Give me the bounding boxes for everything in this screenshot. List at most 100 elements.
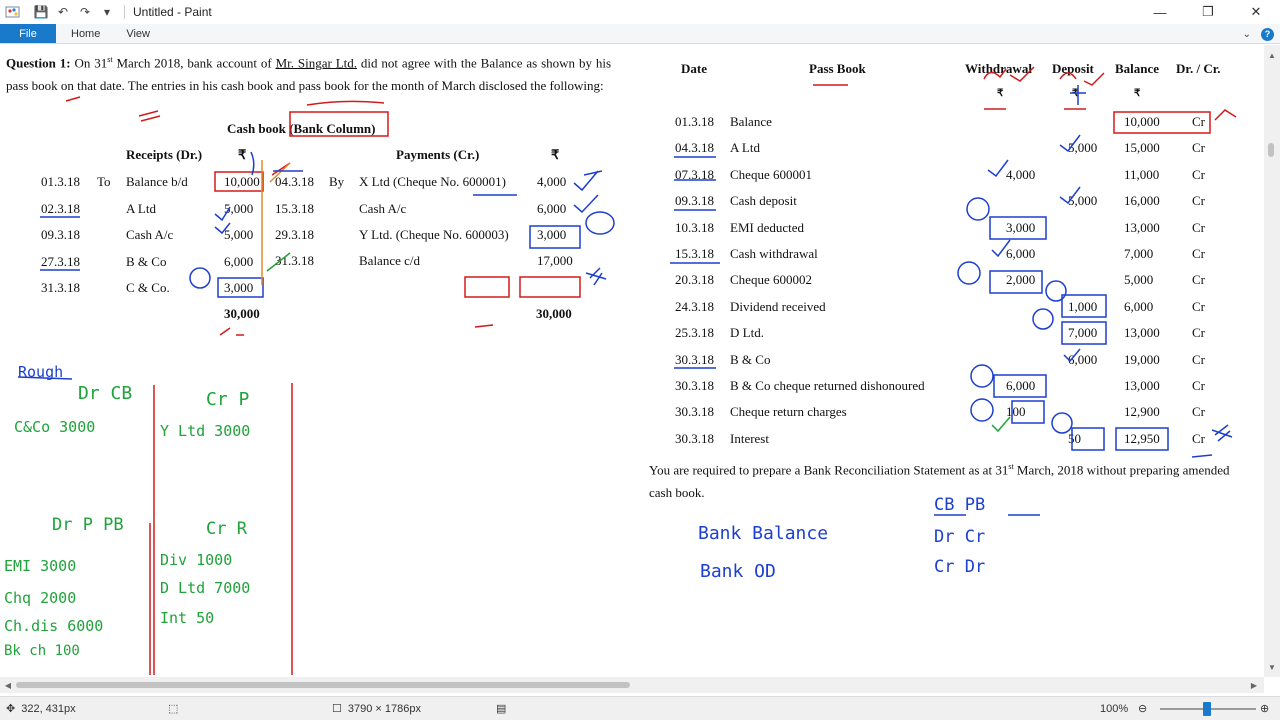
tab-view[interactable]: View xyxy=(113,24,163,43)
hw-cr-dr: Cr Dr xyxy=(934,557,986,577)
hw-cr-p: Cr P xyxy=(206,389,250,410)
undo-icon[interactable]: ↶ xyxy=(54,3,72,21)
receipt-date: 31.3.18 xyxy=(41,280,80,295)
pb-header-particular: Pass Book xyxy=(809,61,866,76)
payment-particular: X Ltd (Cheque No. 600001) xyxy=(359,174,506,189)
hw-rough: Rough xyxy=(18,363,64,381)
customize-quick-access-icon[interactable]: ▾ xyxy=(98,3,116,21)
pb-row-deposit: 50 xyxy=(1068,430,1081,446)
pb-row-date: 24.3.18 xyxy=(675,298,714,314)
pb-row-date: 30.3.18 xyxy=(675,430,714,446)
hw-left-item-3: Ch.dis 6000 xyxy=(4,617,104,635)
image-dimensions-text: 3790 × 1786px xyxy=(347,702,421,715)
payments-header: Payments (Cr.) xyxy=(396,147,480,162)
pb-row-deposit: 5,000 xyxy=(1068,193,1098,209)
zoom-slider-thumb[interactable] xyxy=(1203,702,1211,716)
hw-cr-r: Cr R xyxy=(206,519,247,539)
cursor-move-icon: ✥ xyxy=(6,703,16,715)
hw-dr-p-pb: Dr P PB xyxy=(52,515,124,535)
restore-button[interactable]: ❐ xyxy=(1184,0,1232,24)
vertical-scroll-thumb[interactable] xyxy=(1268,143,1274,157)
pb-row-balance: 7,000 xyxy=(1124,246,1154,261)
scroll-down-icon[interactable]: ▼ xyxy=(1264,659,1280,675)
question-text-a: On 31 xyxy=(70,55,108,71)
paint-app-icon[interactable] xyxy=(2,1,24,23)
payment-amount: 17,000 xyxy=(537,252,573,268)
minimize-button[interactable]: — xyxy=(1136,0,1184,24)
pb-row-date: 20.3.18 xyxy=(675,272,714,288)
hw-dr-cr: Dr Cr xyxy=(934,527,986,547)
pb-row-balance: 10,000 xyxy=(1124,114,1160,129)
receipt-particular: B & Co xyxy=(126,253,167,269)
drawing-canvas[interactable]: Question 1: On 31st March 2018, bank acc… xyxy=(0,45,1264,677)
horizontal-scroll-thumb[interactable] xyxy=(16,682,630,688)
receipts-header: Receipts (Dr.) xyxy=(126,147,203,162)
pb-row-drcr: Cr xyxy=(1192,351,1205,367)
pb-row-particular: Dividend received xyxy=(730,298,826,314)
receipts-total: 30,000 xyxy=(224,306,260,321)
pb-row-date: 30.3.18 xyxy=(675,351,714,367)
payment-particular: Y Ltd. (Cheque No. 600003) xyxy=(359,227,509,242)
zoom-in-button[interactable]: ⊕ xyxy=(1260,697,1269,720)
pb-row-date: 25.3.18 xyxy=(675,325,714,341)
payment-date: 31.3.18 xyxy=(275,252,314,268)
pb-row-withdrawal: 2,000 xyxy=(1006,272,1036,288)
pb-header-date: Date xyxy=(681,61,707,76)
save-icon[interactable]: 💾 xyxy=(32,3,50,21)
pb-row-particular: Interest xyxy=(730,430,769,446)
vertical-scrollbar[interactable]: ▲ ▼ xyxy=(1264,45,1280,677)
pb-row-particular: A Ltd xyxy=(730,140,760,156)
hw-left-item-2: Chq 2000 xyxy=(4,589,77,607)
pb-row-drcr: Cr xyxy=(1192,272,1205,288)
pb-header-withdrawal: Withdrawal xyxy=(965,61,1032,76)
pb-row-drcr: Cr xyxy=(1192,430,1205,446)
tab-home[interactable]: Home xyxy=(58,24,113,43)
zoom-out-button[interactable]: ⊖ xyxy=(1138,697,1147,720)
scroll-right-icon[interactable]: ▶ xyxy=(1246,677,1262,693)
pb-row-balance: 12,900 xyxy=(1124,404,1160,420)
redo-icon[interactable]: ↷ xyxy=(76,3,94,21)
canvas-size-icon: ☐ xyxy=(332,703,342,715)
payments-rupee-symbol: ₹ xyxy=(551,147,560,162)
pb-row-deposit: 1,000 xyxy=(1068,298,1098,314)
question-company: Mr. Singar Ltd. xyxy=(275,55,357,71)
cursor-position: ✥ 322, 431px xyxy=(6,697,76,720)
pb-row-particular: EMI deducted xyxy=(730,219,805,235)
pb-row-drcr: Cr xyxy=(1192,246,1205,261)
pb-row-date: 04.3.18 xyxy=(675,140,714,156)
pb-row-drcr: Cr xyxy=(1192,298,1205,314)
cursor-position-text: 322, 431px xyxy=(21,702,76,715)
pb-withdrawal-rupee: ₹ xyxy=(997,88,1004,99)
receipt-amount: 5,000 xyxy=(224,200,254,216)
receipt-date: 27.3.18 xyxy=(41,253,80,269)
help-icon[interactable]: ? xyxy=(1261,27,1274,41)
close-button[interactable]: ✕ xyxy=(1232,0,1280,24)
receipts-rupee-symbol: ₹ xyxy=(238,147,247,162)
collapse-ribbon-icon[interactable]: ⌄ xyxy=(1243,29,1251,40)
receipt-particular: C & Co. xyxy=(126,280,170,295)
pb-row-balance: 13,000 xyxy=(1124,325,1160,341)
tab-file[interactable]: File xyxy=(0,24,56,43)
cashbook-title: Cash book (Bank Column) xyxy=(227,121,376,136)
payments-total: 30,000 xyxy=(536,306,572,321)
pb-row-drcr: Cr xyxy=(1192,114,1205,129)
pb-row-balance: 15,000 xyxy=(1124,140,1160,156)
zoom-level: 100% xyxy=(1100,697,1128,720)
pb-row-withdrawal: 100 xyxy=(1006,404,1026,420)
scroll-up-icon[interactable]: ▲ xyxy=(1264,47,1280,63)
receipt-particular: A Ltd xyxy=(126,200,156,216)
pb-header-balance: Balance xyxy=(1115,61,1160,76)
pb-row-particular: B & Co cheque returned dishonoured xyxy=(730,378,925,393)
horizontal-scrollbar[interactable]: ◀ ▶ xyxy=(0,677,1264,693)
hw-right-item-2: D Ltd 7000 xyxy=(160,579,251,597)
pb-row-balance: 19,000 xyxy=(1124,351,1160,367)
receipt-date: 02.3.18 xyxy=(41,200,80,216)
question-label: Question 1: xyxy=(6,55,71,71)
scroll-left-icon[interactable]: ◀ xyxy=(0,677,16,693)
pb-row-particular: Cheque 600001 xyxy=(730,166,812,182)
pb-row-balance: 13,000 xyxy=(1124,219,1160,235)
pb-row-deposit: 7,000 xyxy=(1068,325,1098,341)
pb-row-drcr: Cr xyxy=(1192,166,1205,182)
payment-amount: 6,000 xyxy=(537,200,567,216)
hw-bank-balance: Bank Balance xyxy=(698,523,829,544)
